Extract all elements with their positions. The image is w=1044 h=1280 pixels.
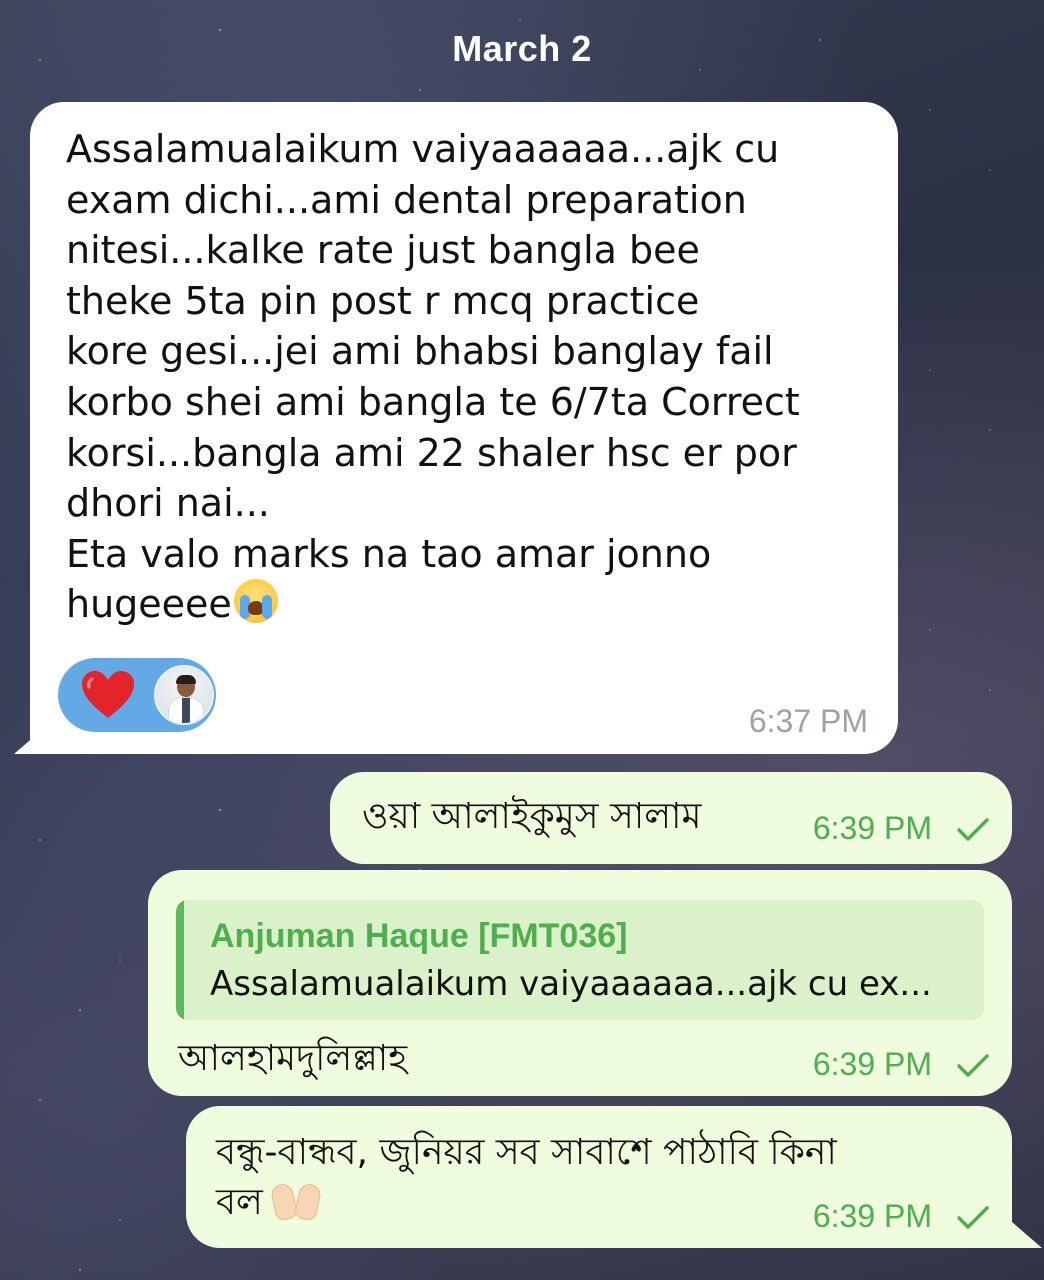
message-text: আলহামদুলিল্লাহ <box>178 1038 408 1079</box>
message-time: 6:37 PM <box>748 703 868 739</box>
check-icon <box>957 817 989 841</box>
reactor-avatar[interactable] <box>154 665 214 725</box>
message-text: বন্ধু-বান্ধব, জুনিয়র সব সাবাশে পাঠাবি ক… <box>216 1132 837 1223</box>
outgoing-message-bubble[interactable]: বন্ধু-বান্ধব, জুনিয়র সব সাবাশে পাঠাবি ক… <box>186 1106 1012 1248</box>
outgoing-message-bubble[interactable]: ওয়া আলাইকুমুস সালাম 6:39 PM <box>330 772 1012 864</box>
outgoing-reply-bubble[interactable]: Anjuman Haque [FMT036] Assalamualaikum v… <box>148 870 1012 1096</box>
message-time: 6:39 PM <box>813 810 990 847</box>
check-icon <box>957 1053 989 1077</box>
incoming-message-bubble[interactable]: Assalamualaikum vaiyaaaaaa...ajk cu exam… <box>30 102 898 754</box>
date-header: March 2 <box>452 28 592 69</box>
message-time: 6:39 PM <box>813 1046 990 1083</box>
heart-icon <box>82 671 134 718</box>
reply-accent-bar <box>176 900 184 1020</box>
reply-quote[interactable]: Anjuman Haque [FMT036] Assalamualaikum v… <box>176 900 984 1020</box>
reply-author-name: Anjuman Haque [FMT036] <box>210 917 628 955</box>
message-time: 6:39 PM <box>813 1198 990 1235</box>
message-text: Assalamualaikum vaiyaaaaaa...ajk cu exam… <box>66 127 800 627</box>
reply-snippet: Assalamualaikum vaiyaaaaaa...ajk cu ex..… <box>210 964 932 1004</box>
outgoing-bubble-tail <box>1012 1222 1042 1248</box>
check-icon <box>957 1205 989 1229</box>
reaction-pill[interactable] <box>58 658 216 732</box>
palms-up-together-icon <box>269 1180 323 1222</box>
loudly-crying-face-icon <box>233 579 278 624</box>
message-text: ওয়া আলাইকুমুস সালাম <box>362 796 702 837</box>
